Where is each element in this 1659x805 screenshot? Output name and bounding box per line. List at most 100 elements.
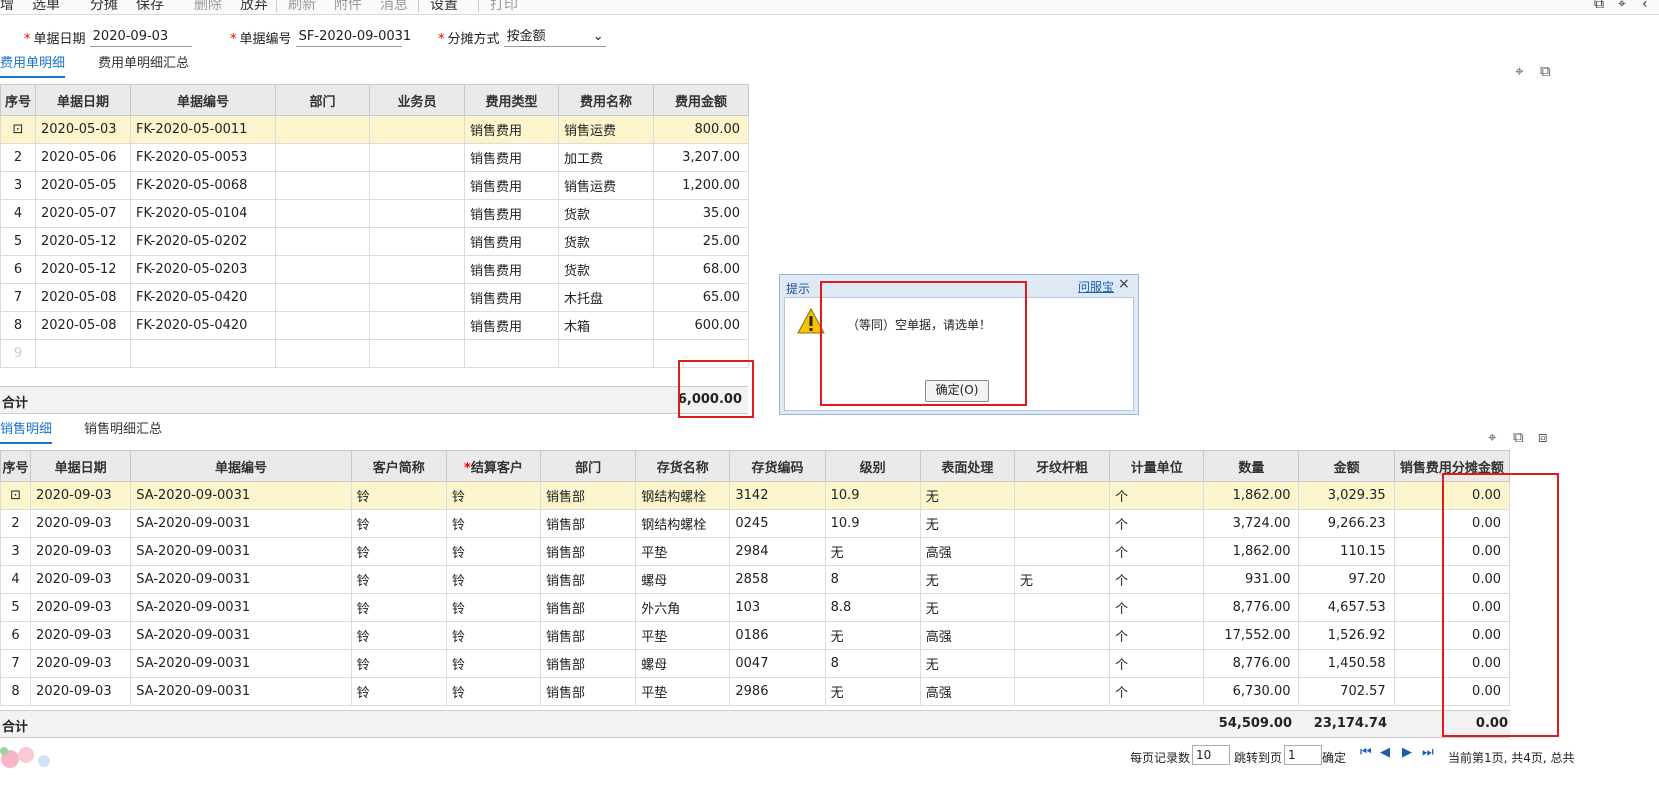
export-icon[interactable]: ⧈ — [1538, 428, 1548, 446]
method-label: 分摊方式 — [447, 32, 500, 47]
column-header[interactable]: 计量单位 — [1109, 450, 1205, 482]
table-row[interactable]: 4 2020-09-03 SA-2020-09-0031 铃铃销售部 螺母 2858 8 无无… — [0, 565, 1511, 594]
toolbar-message[interactable]: 消息 — [380, 0, 408, 14]
column-header[interactable]: 费用名称 — [558, 84, 654, 116]
close-icon[interactable]: × — [1118, 276, 1130, 292]
table-cell — [275, 143, 370, 172]
column-header[interactable]: 单据日期 — [30, 450, 132, 482]
sales-total-amount: 23,174.74 — [1313, 716, 1387, 731]
column-header[interactable]: 单据日期 — [35, 84, 131, 116]
toolbar-attachment[interactable]: 附件 — [334, 0, 362, 14]
jump-page-input[interactable]: 1 — [1284, 745, 1322, 765]
table-row[interactable]: 2 2020-09-03 SA-2020-09-0031 铃铃销售部 钢结构螺栓 0245… — [0, 509, 1511, 538]
table-row[interactable]: 3 2020-05-05 FK-2020-05-0068 销售费用 销售运费 1,200.… — [0, 171, 749, 200]
help-link[interactable]: 问服宝 — [1078, 278, 1114, 295]
column-header[interactable]: 单据编号 — [130, 84, 276, 116]
toolbar-allocate[interactable]: 分摊 — [90, 0, 118, 14]
column-header[interactable]: 部门 — [540, 450, 637, 482]
preview-icon[interactable]: ⧉ — [1594, 0, 1604, 12]
table-row[interactable]: 7 2020-05-08 FK-2020-05-0420 销售费用 木托盘 65.00 — [0, 283, 749, 312]
toolbar-delete[interactable]: 删除 — [194, 0, 222, 14]
table-cell: 1,200.00 — [653, 171, 749, 200]
column-header[interactable]: 费用金额 — [653, 84, 749, 116]
table-cell: SA-2020-09-0031 — [130, 565, 352, 594]
pin-icon[interactable]: ⌖ — [1618, 0, 1626, 12]
jump-confirm-button[interactable]: 确定 — [1322, 749, 1346, 766]
per-page-input[interactable]: 10 — [1192, 745, 1230, 765]
method-select[interactable]: 按金额 ⌄ — [503, 28, 606, 47]
tab-sales-detail[interactable]: 销售明细 — [0, 420, 53, 444]
table-row[interactable]: 7 2020-09-03 SA-2020-09-0031 铃铃销售部 螺母 0047 8 无个… — [0, 649, 1511, 678]
prev-page-icon[interactable]: ◀ — [1380, 745, 1390, 760]
table-cell: 1,526.92 — [1298, 621, 1395, 650]
tab-sales-summary[interactable]: 销售明细汇总 — [84, 420, 162, 442]
expense-table: 序号 单据日期 单据编号 部门 业务员 费用类型 费用名称 费用金额 ⊡ 2020-05-03 F… — [0, 84, 749, 368]
row-pointer-icon: ⊡ — [0, 481, 32, 510]
table-row[interactable]: 5 2020-05-12 FK-2020-05-0202 销售费用 货款 25.00 — [0, 227, 749, 256]
bill-no-input[interactable]: SF-2020-09-0031 — [295, 28, 411, 47]
location-icon[interactable]: ⌖ — [1515, 62, 1523, 80]
table-cell: 9 — [0, 339, 36, 368]
copy-icon[interactable]: ⧉ — [1513, 428, 1524, 446]
table-row[interactable]: 8 2020-05-08 FK-2020-05-0420 销售费用 木箱 600.00 — [0, 311, 749, 340]
location-icon[interactable]: ⌖ — [1488, 428, 1496, 446]
next-page-icon[interactable]: ▶ — [1402, 745, 1412, 760]
column-header[interactable]: 部门 — [275, 84, 370, 116]
table-row[interactable]: 5 2020-09-03 SA-2020-09-0031 铃铃销售部 外六角 103 8.8… — [0, 593, 1511, 622]
column-header[interactable]: 业务员 — [369, 84, 465, 116]
toolbar-select-order[interactable]: 选单 — [32, 0, 60, 14]
toolbar-add[interactable]: 增 — [0, 0, 14, 14]
table-cell: FK-2020-05-0202 — [130, 227, 276, 256]
table-cell — [275, 311, 370, 340]
column-header[interactable]: 牙纹杆粗 — [1013, 450, 1111, 482]
table-cell: 2020-05-06 — [35, 143, 131, 172]
column-header[interactable]: 单据编号 — [130, 450, 352, 482]
first-page-icon[interactable]: ⏮ — [1360, 745, 1372, 760]
table-cell: 木箱 — [558, 311, 654, 340]
table-row[interactable]: 6 2020-09-03 SA-2020-09-0031 铃铃销售部 平垫 0186 无高强… — [0, 621, 1511, 650]
table-cell — [130, 339, 276, 368]
table-cell: 无 — [919, 649, 1015, 678]
table-row[interactable]: ⊡ 2020-09-03 SA-2020-09-0031 铃铃销售部 钢结构螺栓 3142… — [0, 481, 1511, 510]
table-row[interactable]: 6 2020-05-12 FK-2020-05-0203 销售费用 货款 68.00 — [0, 255, 749, 284]
column-header[interactable]: 存货编码 — [729, 450, 826, 482]
column-header[interactable]: 金额 — [1298, 450, 1395, 482]
table-cell: 销售部 — [540, 537, 637, 566]
annotation-box — [820, 281, 1027, 406]
table-row[interactable]: 9 — [0, 339, 749, 368]
date-input[interactable]: 2020-09-03 — [89, 28, 192, 47]
column-header[interactable]: 费用类型 — [464, 84, 559, 116]
column-header[interactable]: 数量 — [1203, 450, 1300, 482]
table-cell: 铃 — [350, 537, 447, 566]
column-header[interactable]: 表面处理 — [919, 450, 1015, 482]
table-cell: FK-2020-05-0053 — [130, 143, 276, 172]
column-header[interactable]: 序号 — [0, 84, 36, 116]
column-header[interactable]: 存货名称 — [635, 450, 731, 482]
tab-expense-detail[interactable]: 费用单明细 — [0, 54, 66, 78]
column-header[interactable]: 序号 — [0, 450, 32, 482]
toolbar-save[interactable]: 保存 — [136, 0, 164, 14]
table-cell: 0186 — [729, 621, 826, 650]
table-row[interactable]: 8 2020-09-03 SA-2020-09-0031 铃铃销售部 平垫 2986 无高强… — [0, 677, 1511, 706]
table-cell: 1,862.00 — [1203, 537, 1300, 566]
toolbar-discard[interactable]: 放弃 — [240, 0, 268, 14]
table-cell: 6 — [0, 621, 32, 650]
last-page-icon[interactable]: ⏭ — [1422, 745, 1434, 760]
toolbar-print[interactable]: 打印 — [490, 0, 518, 14]
table-row[interactable]: ⊡ 2020-05-03 FK-2020-05-0011 销售费用 销售运费 800.00 — [0, 115, 749, 144]
table-row[interactable]: 2 2020-05-06 FK-2020-05-0053 销售费用 加工费 3,207.0… — [0, 143, 749, 172]
table-row[interactable]: 4 2020-05-07 FK-2020-05-0104 销售费用 货款 35.00 — [0, 199, 749, 228]
table-cell: 高强 — [919, 621, 1015, 650]
copy-icon[interactable]: ⧉ — [1540, 62, 1551, 80]
per-page-label: 每页记录数 — [1130, 751, 1191, 765]
table-row[interactable]: 3 2020-09-03 SA-2020-09-0031 铃铃销售部 平垫 2984 无高强… — [0, 537, 1511, 566]
table-cell — [1013, 509, 1111, 538]
table-cell: 35.00 — [653, 199, 749, 228]
column-header[interactable]: 客户简称 — [350, 450, 447, 482]
toolbar-refresh[interactable]: 刷新 — [288, 0, 316, 14]
tab-expense-summary[interactable]: 费用单明细汇总 — [98, 54, 189, 76]
collapse-icon[interactable]: ‹ — [1642, 0, 1648, 12]
toolbar-settings[interactable]: 设置 — [430, 0, 458, 14]
column-header[interactable]: *结算客户 — [445, 450, 542, 482]
column-header[interactable]: 级别 — [824, 450, 921, 482]
